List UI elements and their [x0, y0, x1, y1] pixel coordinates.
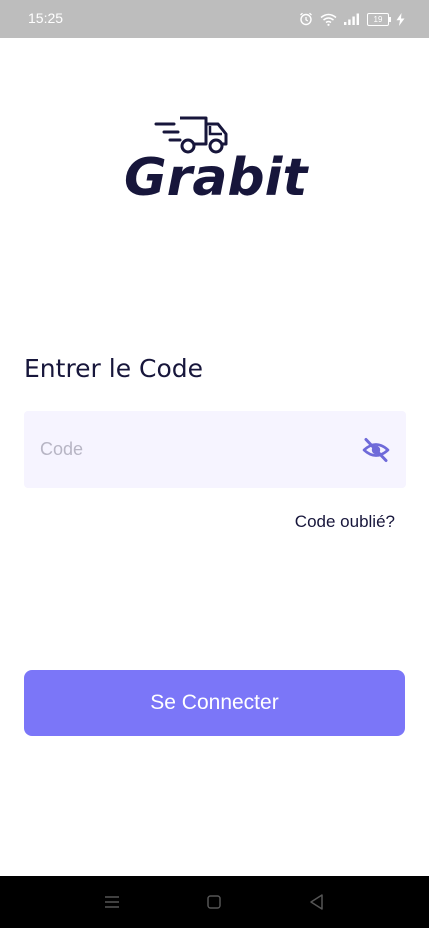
battery-icon: 19 [367, 12, 391, 26]
back-icon[interactable] [307, 892, 327, 912]
forgot-code-link[interactable]: Code oublié? [295, 512, 395, 532]
wifi-icon [320, 13, 337, 26]
logo-text: Grabit [124, 148, 308, 208]
alarm-icon [300, 12, 312, 26]
code-field[interactable] [24, 411, 406, 488]
eye-off-icon[interactable] [362, 437, 390, 463]
login-screen: 15:25 19 Grabit Entrer le Code Code oubl… [0, 0, 429, 928]
app-logo: Grabit [120, 110, 310, 210]
login-button[interactable]: Se Connecter [24, 670, 405, 736]
status-time: 15:25 [28, 10, 64, 26]
battery-level: 19 [373, 14, 383, 24]
status-icons: 19 [299, 9, 405, 29]
charging-icon [396, 12, 405, 26]
system-nav-bar [0, 876, 429, 928]
status-bar: 15:25 19 [0, 0, 429, 38]
menu-icon[interactable] [102, 892, 122, 912]
home-icon[interactable] [204, 892, 224, 912]
code-input[interactable] [38, 433, 342, 465]
signal-icon [344, 13, 359, 25]
page-title: Entrer le Code [24, 354, 204, 383]
